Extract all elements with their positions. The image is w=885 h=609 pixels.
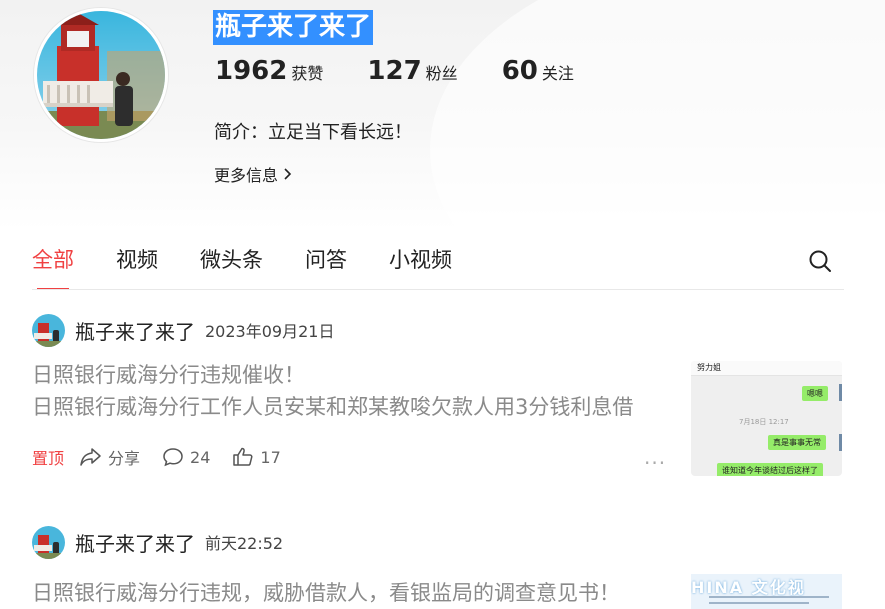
tab-micro-headline[interactable]: 微头条 — [200, 244, 263, 290]
post-author-avatar[interactable] — [32, 313, 65, 347]
thumbs-up-icon — [233, 447, 253, 466]
profile-avatar[interactable] — [34, 8, 168, 142]
post-author-name[interactable]: 瓶子来了来了 — [75, 528, 195, 557]
profile-stats: 1962 获赞 127 粉丝 60 关注 — [215, 56, 618, 86]
post-title: 日照银行威海分行违规催收！ — [32, 363, 305, 387]
comment-count: 24 — [190, 447, 211, 467]
tab-all[interactable]: 全部 — [32, 244, 74, 290]
like-count: 17 — [260, 447, 281, 467]
more-info-link[interactable]: 更多信息 — [214, 162, 293, 186]
profile-name: 瓶子来了来了 — [213, 10, 374, 45]
post-content[interactable]: 日照银行威海分行违规催收！ 日照银行威海分行工作人员安某和郑某教唆欠款人用3分钱… — [32, 359, 672, 423]
stat-following-count: 60 — [501, 56, 538, 86]
post-author-name[interactable]: 瓶子来了来了 — [75, 316, 195, 345]
chat-message: 嗯嗯 — [802, 386, 828, 401]
chat-message: 真是事事无常 — [768, 435, 826, 450]
like-button[interactable]: 17 — [232, 447, 281, 467]
tab-qa[interactable]: 问答 — [305, 244, 347, 290]
chat-message: 谁知道今年谈结过后这样了 — [717, 463, 823, 476]
stat-following-label: 关注 — [541, 64, 574, 83]
tab-video[interactable]: 视频 — [116, 244, 158, 290]
stat-likes-label: 获赞 — [291, 64, 324, 83]
chat-contact-name: 努力姐 — [697, 363, 721, 372]
stat-followers[interactable]: 127 粉丝 — [367, 56, 457, 86]
pinned-badge: 置顶 — [32, 449, 65, 468]
post-header: 瓶子来了来了 2023年09月21日 — [32, 313, 844, 347]
post-title: 日照银行威海分行违规，威胁借款人，看银监局的调查意见书！ — [32, 581, 620, 605]
share-button[interactable]: 分享 — [80, 445, 140, 469]
post-body: 日照银行威海分行工作人员安某和郑某教唆欠款人用3分钱利息借 — [32, 395, 634, 419]
search-icon[interactable] — [808, 249, 832, 273]
comment-icon — [163, 448, 183, 467]
post-thumbnail[interactable]: HINA 文化视 — [691, 574, 842, 609]
share-icon — [80, 448, 101, 466]
stat-followers-count: 127 — [367, 56, 422, 86]
post-content[interactable]: 日照银行威海分行违规，威胁借款人，看银监局的调查意见书！ — [32, 577, 672, 609]
post-header: 瓶子来了来了 前天22:52 — [32, 525, 844, 559]
tabs-divider — [32, 289, 844, 290]
stat-likes-count: 1962 — [215, 56, 288, 86]
tab-short-video[interactable]: 小视频 — [389, 244, 452, 290]
stat-likes[interactable]: 1962 获赞 — [215, 56, 323, 86]
post-author-avatar[interactable] — [32, 525, 65, 559]
more-info-label: 更多信息 — [214, 166, 279, 185]
chat-date: 7月18日 12:17 — [739, 418, 789, 426]
stat-following[interactable]: 60 关注 — [502, 56, 574, 86]
share-label: 分享 — [108, 449, 141, 468]
post-time: 前天22:52 — [205, 534, 284, 553]
thumbnail-watermark: HINA 文化视 — [691, 578, 806, 597]
more-options-button[interactable]: ··· — [644, 451, 666, 475]
content-tabs: 全部 视频 微头条 问答 小视频 — [32, 244, 494, 290]
profile-bio: 简介：立足当下看长远！ — [214, 122, 412, 143]
stat-followers-label: 粉丝 — [425, 64, 458, 83]
post-thumbnail[interactable]: 努力姐 嗯嗯 7月18日 12:17 真是事事无常 谁知道今年谈结过后这样了 — [691, 361, 842, 476]
chevron-right-icon — [284, 168, 292, 180]
post-time: 2023年09月21日 — [205, 322, 335, 341]
comment-button[interactable]: 24 — [162, 447, 210, 467]
